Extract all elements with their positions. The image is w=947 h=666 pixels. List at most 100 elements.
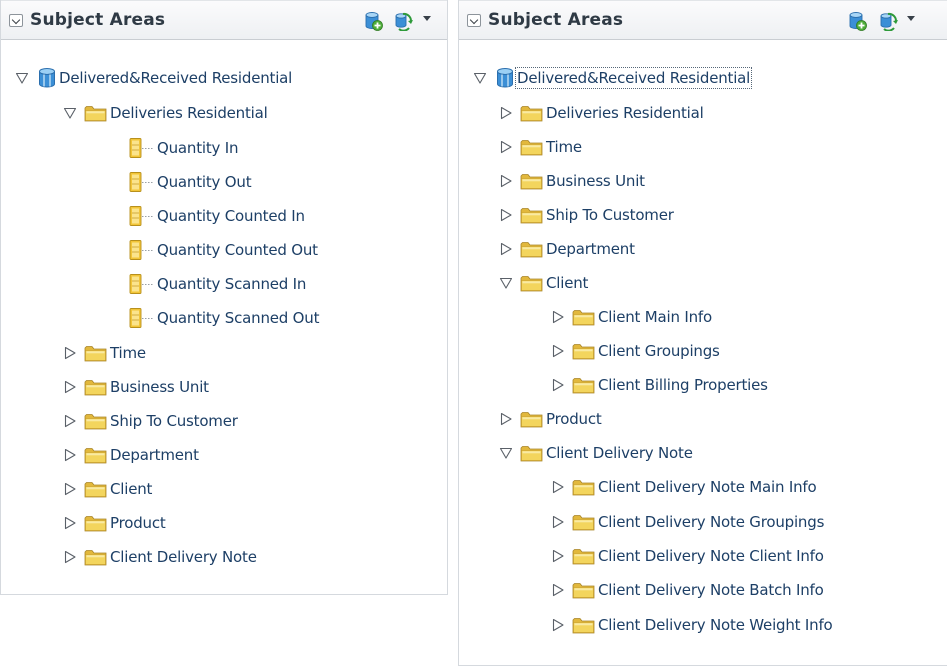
collapsed-triangle-icon[interactable] bbox=[63, 448, 77, 462]
folder-icon bbox=[84, 379, 107, 396]
tree-item-label: Client Delivery Note Weight Info bbox=[598, 616, 833, 634]
collapsed-triangle-icon[interactable] bbox=[551, 618, 565, 632]
tree-item-label: Delivered&Received Residential bbox=[59, 69, 293, 87]
tree-item-client-billing-properties[interactable]: Client Billing Properties bbox=[551, 372, 768, 398]
tree-item-label: Quantity In bbox=[157, 139, 239, 157]
tree-item-label: Product bbox=[110, 514, 166, 532]
collapsed-triangle-icon[interactable] bbox=[499, 140, 513, 154]
tree-item-product[interactable]: Product bbox=[63, 510, 166, 536]
tree-item-department[interactable]: Department bbox=[63, 442, 199, 468]
tree-item-label: Product bbox=[546, 410, 602, 428]
tree-item-label: Quantity Scanned Out bbox=[157, 309, 320, 327]
tree-item-deliveries-residential[interactable]: Deliveries Residential bbox=[63, 100, 268, 126]
tree-item-label: Time bbox=[110, 344, 146, 362]
collapse-panel-icon[interactable] bbox=[9, 14, 23, 27]
folder-icon bbox=[84, 105, 107, 122]
add-subject-area-icon[interactable] bbox=[363, 11, 383, 31]
tree-item-label: Client Main Info bbox=[598, 308, 712, 326]
collapsed-triangle-icon[interactable] bbox=[499, 208, 513, 222]
tree-item-product[interactable]: Product bbox=[499, 406, 602, 432]
tree-item-quantity-counted-in[interactable]: Quantity Counted In bbox=[129, 203, 305, 229]
tree-item-label: Quantity Scanned In bbox=[157, 275, 307, 293]
folder-icon bbox=[520, 139, 543, 156]
folder-icon bbox=[572, 582, 595, 599]
refresh-menu-chevron-down-icon[interactable] bbox=[423, 16, 431, 21]
tree-item-client[interactable]: Client bbox=[499, 270, 588, 296]
collapsed-triangle-icon[interactable] bbox=[499, 174, 513, 188]
measure-column-icon bbox=[129, 308, 155, 328]
folder-icon bbox=[520, 445, 543, 462]
tree-item-label: Client Delivery Note bbox=[110, 548, 257, 566]
collapsed-triangle-icon[interactable] bbox=[499, 242, 513, 256]
tree-item-label: Department bbox=[110, 446, 199, 464]
expanded-triangle-icon[interactable] bbox=[15, 71, 29, 85]
tree-item-client-delivery-note-weight-info[interactable]: Client Delivery Note Weight Info bbox=[551, 612, 833, 638]
tree-item-client-delivery-note[interactable]: Client Delivery Note bbox=[63, 544, 257, 570]
collapsed-triangle-icon[interactable] bbox=[551, 480, 565, 494]
tree-item-quantity-scanned-out[interactable]: Quantity Scanned Out bbox=[129, 305, 319, 331]
tree-item-label: Business Unit bbox=[110, 378, 209, 396]
tree-item-client-main-info[interactable]: Client Main Info bbox=[551, 304, 712, 330]
tree-item-client-delivery-note-batch-info[interactable]: Client Delivery Note Batch Info bbox=[551, 577, 824, 603]
refresh-menu-chevron-down-icon[interactable] bbox=[907, 16, 915, 21]
collapse-panel-icon[interactable] bbox=[467, 14, 481, 27]
collapsed-triangle-icon[interactable] bbox=[551, 549, 565, 563]
tree-item-ship-to-customer[interactable]: Ship To Customer bbox=[499, 202, 674, 228]
tree-item-client-delivery-note-main-info[interactable]: Client Delivery Note Main Info bbox=[551, 474, 817, 500]
tree-item-label: Client Billing Properties bbox=[598, 376, 768, 394]
tree-item-department[interactable]: Department bbox=[499, 236, 635, 262]
tree-item-client-delivery-note-groupings[interactable]: Client Delivery Note Groupings bbox=[551, 509, 824, 535]
tree-item-label: Ship To Customer bbox=[546, 206, 674, 224]
collapsed-triangle-icon[interactable] bbox=[551, 515, 565, 529]
folder-icon bbox=[84, 447, 107, 464]
expanded-triangle-icon[interactable] bbox=[473, 71, 487, 85]
add-subject-area-icon[interactable] bbox=[847, 11, 867, 31]
tree-item-deliveries-residential[interactable]: Deliveries Residential bbox=[499, 100, 704, 126]
collapsed-triangle-icon[interactable] bbox=[63, 414, 77, 428]
tree-item-label: Ship To Customer bbox=[110, 412, 238, 430]
tree-item-label: Client Groupings bbox=[598, 342, 720, 360]
expanded-triangle-icon[interactable] bbox=[63, 106, 77, 120]
tree-item-time[interactable]: Time bbox=[499, 134, 582, 160]
collapsed-triangle-icon[interactable] bbox=[499, 412, 513, 426]
collapsed-triangle-icon[interactable] bbox=[551, 344, 565, 358]
collapsed-triangle-icon[interactable] bbox=[63, 550, 77, 564]
folder-icon bbox=[84, 481, 107, 498]
tree-item-delivered-and-received-residential[interactable]: Delivered&Received Residential bbox=[473, 65, 753, 91]
collapsed-triangle-icon[interactable] bbox=[551, 310, 565, 324]
collapsed-triangle-icon[interactable] bbox=[63, 516, 77, 530]
tree-item-client-groupings[interactable]: Client Groupings bbox=[551, 338, 720, 364]
tree-item-ship-to-customer[interactable]: Ship To Customer bbox=[63, 408, 238, 434]
folder-icon bbox=[84, 345, 107, 362]
tree-item-business-unit[interactable]: Business Unit bbox=[499, 168, 645, 194]
tree-item-delivered-and-received-residential[interactable]: Delivered&Received Residential bbox=[15, 65, 292, 91]
tree-item-label: Client bbox=[546, 274, 589, 292]
expanded-triangle-icon[interactable] bbox=[499, 276, 513, 290]
tree-item-quantity-in[interactable]: Quantity In bbox=[129, 135, 239, 161]
tree-item-client[interactable]: Client bbox=[63, 476, 152, 502]
expanded-triangle-icon[interactable] bbox=[499, 446, 513, 460]
measure-column-icon bbox=[129, 172, 155, 192]
collapsed-triangle-icon[interactable] bbox=[551, 378, 565, 392]
collapsed-triangle-icon[interactable] bbox=[63, 380, 77, 394]
folder-icon bbox=[572, 479, 595, 496]
tree-item-business-unit[interactable]: Business Unit bbox=[63, 374, 209, 400]
tree-item-quantity-counted-out[interactable]: Quantity Counted Out bbox=[129, 237, 318, 263]
tree-item-label: Client Delivery Note Groupings bbox=[598, 513, 825, 531]
collapsed-triangle-icon[interactable] bbox=[499, 106, 513, 120]
folder-icon bbox=[520, 173, 543, 190]
tree-item-client-delivery-note[interactable]: Client Delivery Note bbox=[499, 440, 693, 466]
collapsed-triangle-icon[interactable] bbox=[63, 346, 77, 360]
tree-item-label: Quantity Counted Out bbox=[157, 241, 318, 259]
refresh-icon[interactable] bbox=[393, 11, 413, 32]
measure-column-icon bbox=[129, 240, 155, 260]
collapsed-triangle-icon[interactable] bbox=[63, 482, 77, 496]
tree-item-quantity-out[interactable]: Quantity Out bbox=[129, 169, 252, 195]
tree-item-label: Deliveries Residential bbox=[110, 104, 268, 122]
tree-item-client-delivery-note-client-info[interactable]: Client Delivery Note Client Info bbox=[551, 543, 824, 569]
collapsed-triangle-icon[interactable] bbox=[551, 583, 565, 597]
tree-item-quantity-scanned-in[interactable]: Quantity Scanned In bbox=[129, 271, 306, 297]
refresh-icon[interactable] bbox=[878, 11, 898, 32]
tree-item-label: Deliveries Residential bbox=[546, 104, 704, 122]
tree-item-time[interactable]: Time bbox=[63, 340, 146, 366]
